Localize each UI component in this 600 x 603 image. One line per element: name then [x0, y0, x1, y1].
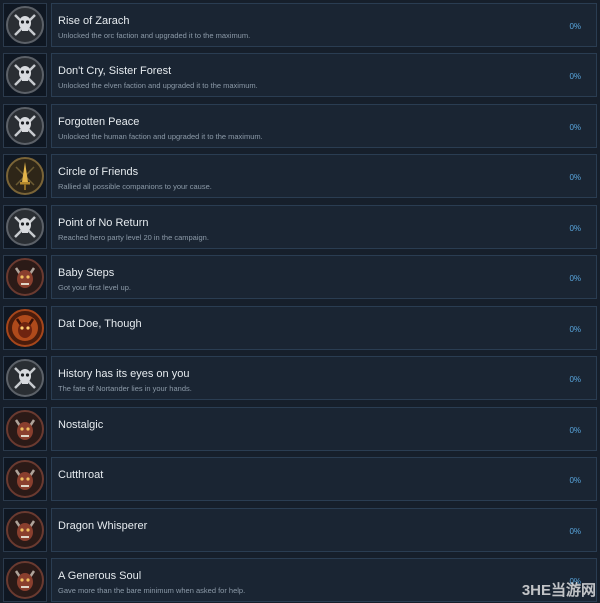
achievement-title: Forgotten Peace: [58, 116, 140, 128]
achievement-title: Point of No Return: [58, 217, 149, 229]
achievement-title: Dat Doe, Though: [58, 318, 142, 330]
achievement-description: Gave more than the bare minimum when ask…: [58, 586, 246, 595]
achievement-row[interactable]: Nostalgic 0%: [0, 407, 600, 451]
achievement-card: Circle of Friends Rallied all possible c…: [51, 154, 597, 198]
achievement-title: Circle of Friends: [58, 166, 139, 178]
achievement-title: Dragon Whisperer: [58, 520, 148, 532]
achievement-card: Baby Steps Got your first level up. 0%: [51, 255, 597, 299]
demon-head-icon: [3, 255, 47, 299]
achievement-card: Rise of Zarach Unlocked the orc faction …: [51, 3, 597, 47]
achievement-percent: 0%: [569, 224, 581, 233]
achievement-title: A Generous Soul: [58, 570, 142, 582]
achievement-row[interactable]: Don't Cry, Sister Forest Unlocked the el…: [0, 53, 600, 97]
achievement-card: Nostalgic 0%: [51, 407, 597, 451]
achievement-description: Unlocked the human faction and upgraded …: [58, 132, 263, 141]
achievement-description: Rallied all possible companions to your …: [58, 182, 212, 191]
achievement-card: A Generous Soul Gave more than the bare …: [51, 558, 597, 602]
achievement-card: History has its eyes on you The fate of …: [51, 356, 597, 400]
achievement-percent: 0%: [569, 426, 581, 435]
achievement-percent: 0%: [569, 375, 581, 384]
achievement-card: Cutthroat 0%: [51, 457, 597, 501]
achievement-percent: 0%: [569, 325, 581, 334]
achievement-description: The fate of Nortander lies in your hands…: [58, 384, 192, 393]
fire-demon-icon: [3, 306, 47, 350]
achievement-title: Cutthroat: [58, 469, 104, 481]
demon-head-icon: [3, 558, 47, 602]
demon-head-icon: [3, 508, 47, 552]
achievement-percent: 0%: [569, 476, 581, 485]
skull-crossed-swords-icon: [3, 104, 47, 148]
achievement-row[interactable]: Forgotten Peace Unlocked the human facti…: [0, 104, 600, 148]
achievement-row[interactable]: Point of No Return Reached hero party le…: [0, 205, 600, 249]
skull-crossed-swords-icon: [3, 53, 47, 97]
achievement-percent: 0%: [569, 173, 581, 182]
achievement-title: Don't Cry, Sister Forest: [58, 65, 172, 77]
achievement-row[interactable]: A Generous Soul Gave more than the bare …: [0, 558, 600, 602]
achievement-row[interactable]: Dat Doe, Though 0%: [0, 306, 600, 350]
achievement-row[interactable]: Baby Steps Got your first level up. 0%: [0, 255, 600, 299]
achievement-percent: 0%: [569, 22, 581, 31]
achievement-row[interactable]: Circle of Friends Rallied all possible c…: [0, 154, 600, 198]
site-watermark: 3HE当游网: [522, 578, 596, 600]
achievement-title: Baby Steps: [58, 267, 115, 279]
achievement-percent: 0%: [569, 527, 581, 536]
achievement-description: Unlocked the elven faction and upgraded …: [58, 81, 258, 90]
demon-head-icon: [3, 457, 47, 501]
achievement-percent: 0%: [569, 123, 581, 132]
achievement-card: Don't Cry, Sister Forest Unlocked the el…: [51, 53, 597, 97]
achievement-title: History has its eyes on you: [58, 368, 190, 380]
achievement-row[interactable]: Cutthroat 0%: [0, 457, 600, 501]
achievement-row[interactable]: History has its eyes on you The fate of …: [0, 356, 600, 400]
achievement-card: Point of No Return Reached hero party le…: [51, 205, 597, 249]
demon-head-icon: [3, 407, 47, 451]
golden-sword-icon: [3, 154, 47, 198]
achievement-description: Reached hero party level 20 in the campa…: [58, 233, 209, 242]
achievement-title: Nostalgic: [58, 419, 104, 431]
achievement-percent: 0%: [569, 72, 581, 81]
achievement-title: Rise of Zarach: [58, 15, 130, 27]
watermark-text: 3HE当游网: [521, 581, 596, 599]
achievement-card: Dat Doe, Though 0%: [51, 306, 597, 350]
skull-crossed-swords-icon: [3, 3, 47, 47]
achievement-card: Dragon Whisperer 0%: [51, 508, 597, 552]
achievement-card: Forgotten Peace Unlocked the human facti…: [51, 104, 597, 148]
skull-crossed-swords-icon: [3, 356, 47, 400]
skull-crossed-swords-icon: [3, 205, 47, 249]
achievement-percent: 0%: [569, 274, 581, 283]
achievement-description: Unlocked the orc faction and upgraded it…: [58, 31, 251, 40]
achievement-row[interactable]: Dragon Whisperer 0%: [0, 508, 600, 552]
achievement-row[interactable]: Rise of Zarach Unlocked the orc faction …: [0, 3, 600, 47]
achievement-description: Got your first level up.: [58, 283, 131, 292]
